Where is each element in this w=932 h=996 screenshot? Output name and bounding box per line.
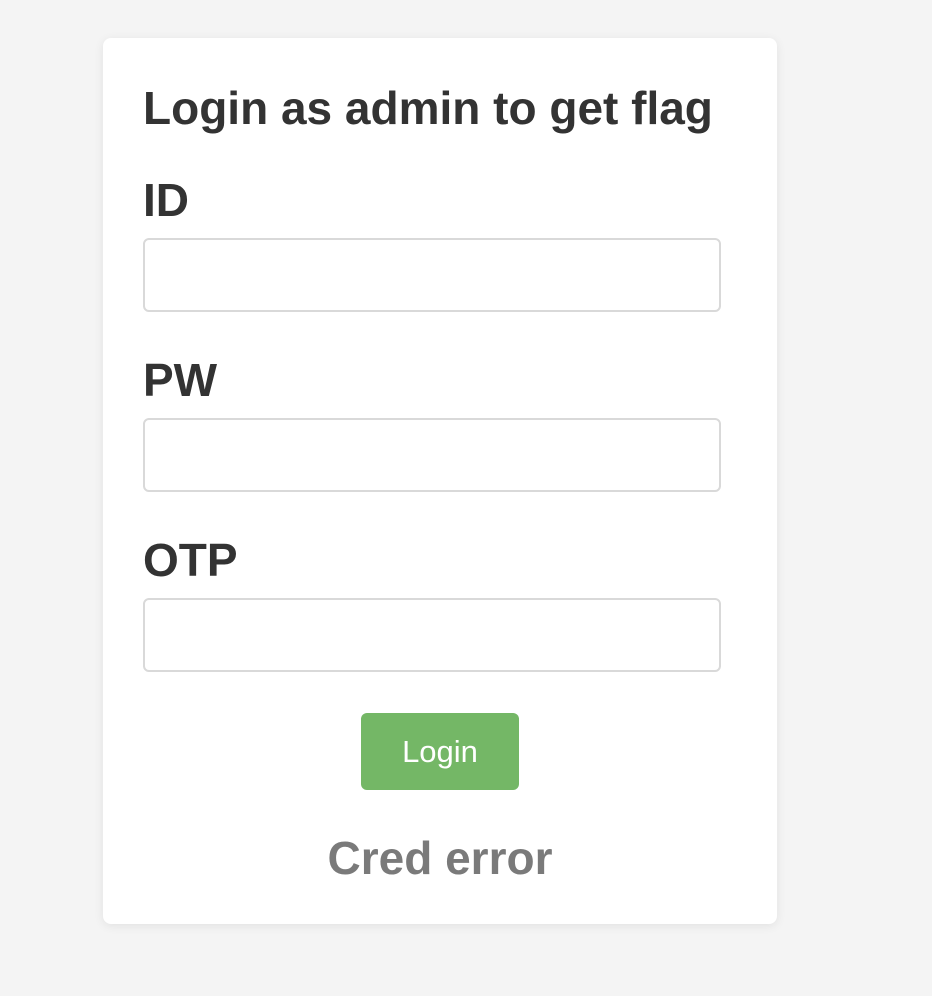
- id-input[interactable]: [143, 238, 721, 312]
- page: Login as admin to get flag ID PW OTP Log…: [0, 0, 932, 996]
- id-label: ID: [143, 174, 189, 226]
- page-title: Login as admin to get flag: [143, 82, 713, 134]
- login-card: Login as admin to get flag ID PW OTP Log…: [103, 38, 777, 924]
- otp-label: OTP: [143, 534, 238, 586]
- pw-input[interactable]: [143, 418, 721, 492]
- pw-label: PW: [143, 354, 218, 406]
- otp-input[interactable]: [143, 598, 721, 672]
- error-message: Cred error: [327, 832, 553, 884]
- login-button[interactable]: Login: [361, 713, 519, 790]
